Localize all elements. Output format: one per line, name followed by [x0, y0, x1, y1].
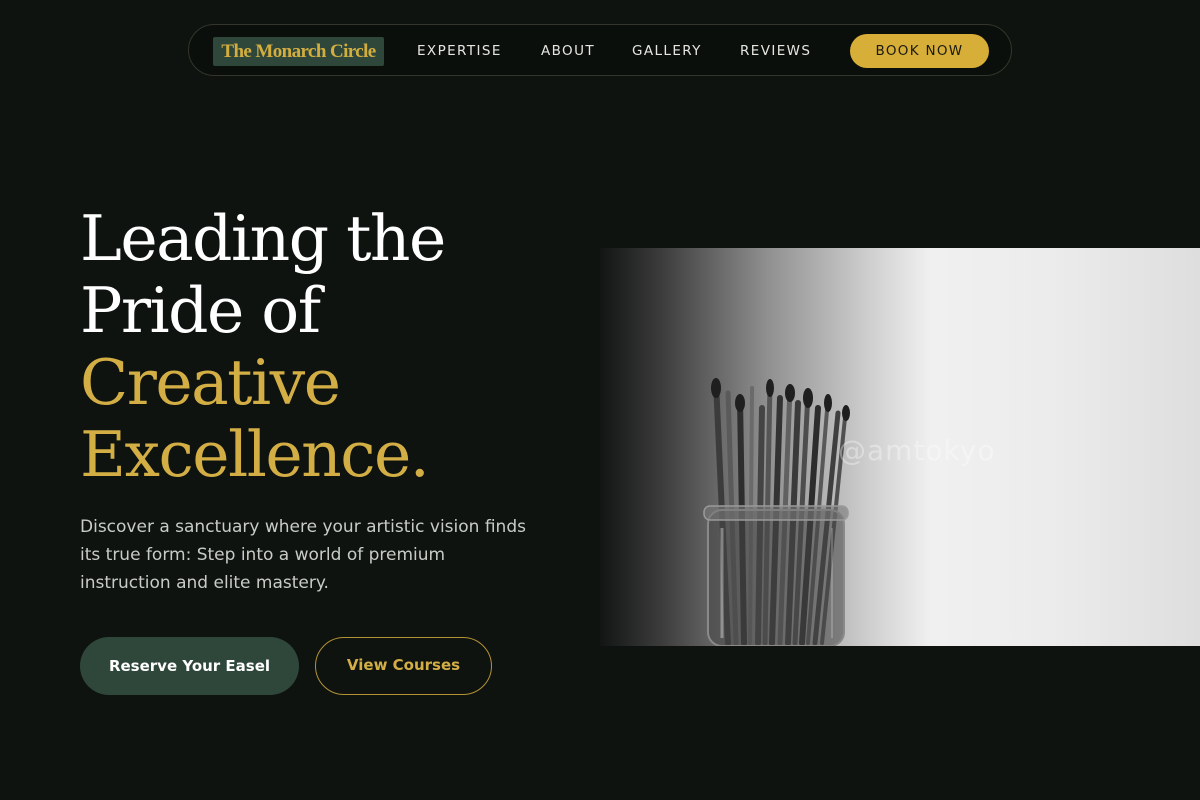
image-watermark: @amtokyo [838, 434, 996, 467]
nav-link-gallery[interactable]: GALLERY [632, 42, 702, 60]
hero-headline: Leading the Pride of Creative Excellence… [80, 203, 560, 491]
hero-description: Discover a sanctuary where your artistic… [80, 517, 526, 593]
view-courses-button[interactable]: View Courses [315, 637, 492, 695]
headline-line-1: Leading the [80, 202, 446, 275]
headline-line-2: Pride of [80, 274, 321, 347]
nav-link-expertise[interactable]: EXPERTISE [417, 42, 502, 60]
top-navigation: The Monarch Circle EXPERTISE ABOUT GALLE… [188, 24, 1012, 76]
reserve-easel-button[interactable]: Reserve Your Easel [80, 637, 299, 695]
nav-link-reviews[interactable]: REVIEWS [740, 42, 811, 60]
book-now-button[interactable]: BOOK NOW [850, 34, 989, 68]
brand-logo[interactable]: The Monarch Circle [213, 37, 384, 66]
hero-image: @amtokyo [600, 248, 1200, 646]
nav-link-about[interactable]: ABOUT [541, 42, 595, 60]
headline-accent-line-2: Excellence. [80, 418, 430, 491]
headline-accent-line-1: Creative [80, 346, 341, 419]
